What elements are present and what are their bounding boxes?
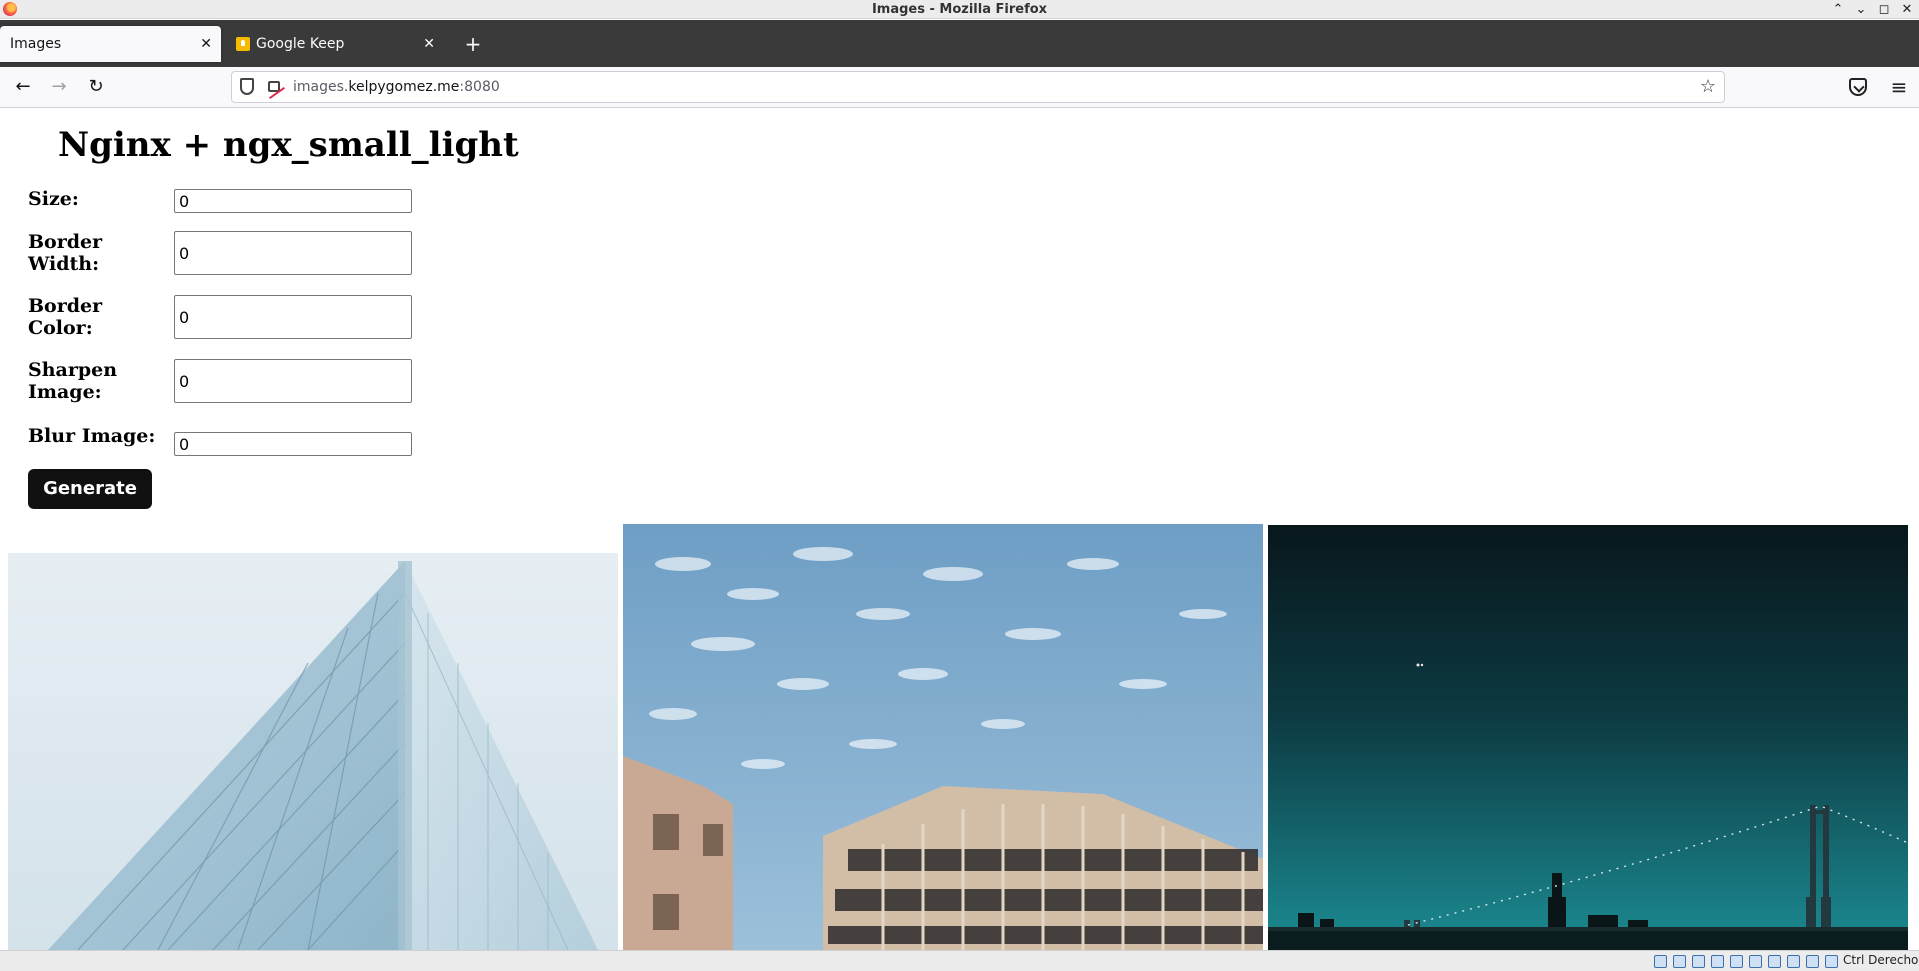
page-title: Nginx + ngx_small_light: [58, 125, 519, 165]
size-input[interactable]: [174, 189, 412, 213]
border-color-label: Border Color:: [28, 295, 103, 339]
url-subdomain: images.: [293, 79, 349, 95]
storage-icon: [1654, 955, 1667, 968]
forward-button[interactable]: →: [45, 73, 73, 101]
hamburger-menu-icon[interactable]: ≡: [1886, 73, 1912, 101]
border-color-input[interactable]: [174, 295, 412, 339]
window-minimize-button[interactable]: ⌄: [1851, 0, 1871, 19]
sky-buildings-photo: [623, 524, 1263, 950]
url-domain: kelpygomez.me: [348, 79, 460, 95]
border-width-input[interactable]: [174, 231, 412, 275]
night-bridge-photo: [1268, 525, 1908, 950]
host-key-label: Ctrl Derecho: [1843, 953, 1919, 967]
reload-button[interactable]: ↻: [82, 73, 110, 101]
url-text[interactable]: images.kelpygomez.me:8080: [293, 78, 500, 96]
tab-strip: Images ✕ Google Keep ✕ +: [0, 20, 1919, 67]
network-icon: [1711, 955, 1724, 968]
url-port: :8080: [459, 79, 500, 95]
google-keep-icon: [236, 37, 250, 51]
tab-close-icon[interactable]: ✕: [200, 26, 212, 62]
insecure-lock-icon[interactable]: [268, 81, 280, 92]
blur-image-input[interactable]: [174, 432, 412, 456]
window-collapse-button[interactable]: ⌃: [1828, 0, 1848, 19]
tracking-shield-icon[interactable]: [240, 78, 254, 95]
tab-label: Images: [10, 36, 62, 52]
generate-button[interactable]: Generate: [28, 469, 152, 509]
pocket-icon[interactable]: [1849, 78, 1867, 96]
size-label: Size:: [28, 188, 79, 210]
window-title: Images - Mozilla Firefox: [871, 2, 1048, 17]
page-content: Nginx + ngx_small_light Size: Border Wid…: [0, 108, 1919, 950]
host-status-bar: Ctrl Derecho: [0, 950, 1919, 971]
window-titlebar: Images - Mozilla Firefox ⌃ ⌄ ◻ ✕: [0, 0, 1919, 19]
audio-icon: [1692, 955, 1705, 968]
display-icon: [1768, 955, 1781, 968]
back-button[interactable]: ←: [9, 73, 37, 101]
sharpen-image-input[interactable]: [174, 359, 412, 403]
usb-icon: [1730, 955, 1743, 968]
url-bar[interactable]: images.kelpygomez.me:8080 ☆: [231, 71, 1725, 103]
window-close-button[interactable]: ✕: [1897, 0, 1917, 19]
window-maximize-button[interactable]: ◻: [1874, 0, 1894, 19]
mouse-integration-icon: [1825, 955, 1838, 968]
glass-building-photo: [8, 553, 618, 950]
optical-drive-icon: [1673, 955, 1686, 968]
sharpen-image-label: Sharpen Image:: [28, 359, 118, 403]
border-width-label: Border Width:: [28, 231, 103, 275]
navigation-toolbar: ← → ↻ images.kelpygomez.me:8080 ☆ ≡: [0, 67, 1919, 108]
recording-icon: [1787, 955, 1800, 968]
new-tab-button[interactable]: +: [460, 26, 486, 62]
shared-folder-icon: [1749, 955, 1762, 968]
tab-close-icon[interactable]: ✕: [423, 26, 435, 62]
tab-label: Google Keep: [256, 36, 345, 52]
bookmark-star-icon[interactable]: ☆: [1700, 76, 1716, 97]
cpu-icon: [1806, 955, 1819, 968]
tab-images[interactable]: Images ✕: [0, 26, 221, 62]
blur-image-label: Blur Image:: [28, 425, 156, 447]
tab-google-keep[interactable]: Google Keep ✕: [226, 26, 444, 62]
